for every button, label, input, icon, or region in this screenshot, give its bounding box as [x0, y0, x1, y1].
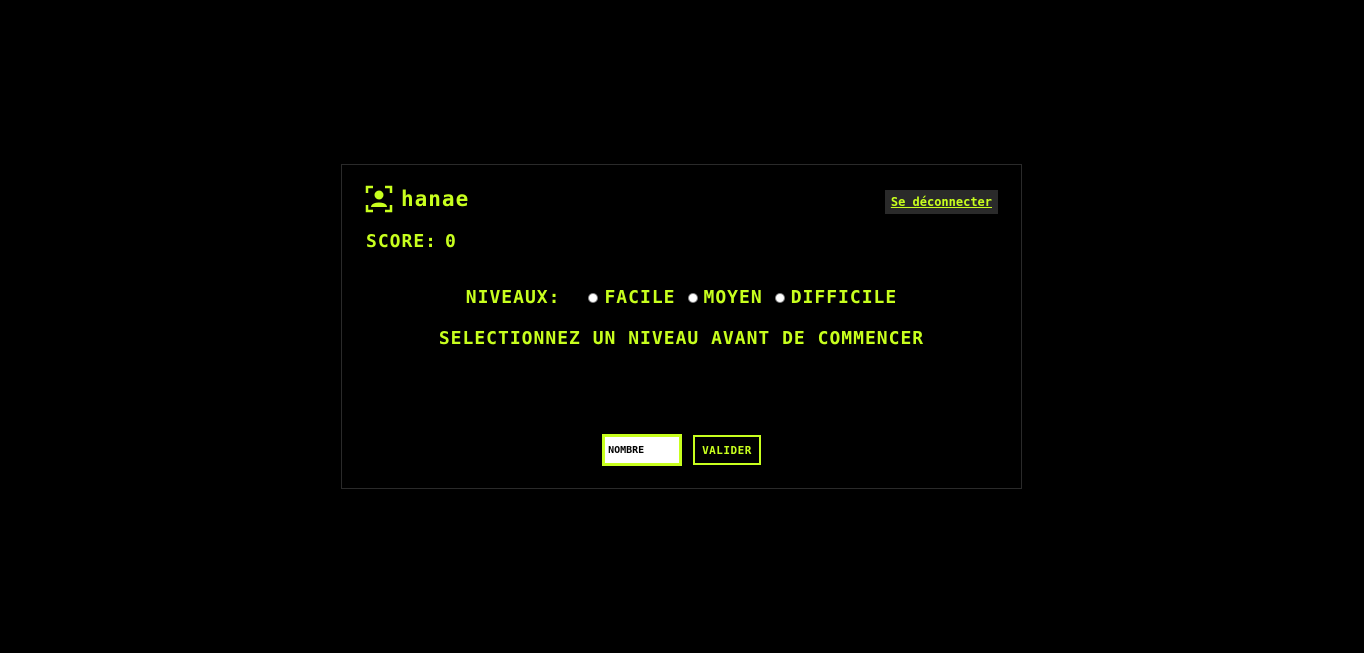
levels-label: NIVEAUX: [465, 287, 561, 308]
level-radio-difficile[interactable] [774, 292, 785, 303]
level-option-facile[interactable]: FACILE [588, 287, 675, 308]
user-info: hanae [365, 185, 469, 213]
level-option-moyen[interactable]: MOYEN [687, 287, 763, 308]
instruction-message: SELECTIONNEZ UN NIVEAU AVANT DE COMMENCE… [438, 328, 925, 349]
level-label-facile: FACILE [604, 287, 676, 308]
guess-controls: VALIDER [342, 434, 1021, 466]
game-card: hanae Se déconnecter SCORE: 0 NIVEAUX: F… [341, 164, 1022, 489]
level-radio-moyen[interactable] [687, 292, 698, 303]
level-selector: NIVEAUX: FACILE MOYEN DIFFICILE [342, 287, 1021, 308]
logout-button[interactable]: Se déconnecter [884, 190, 998, 214]
score-display: SCORE: 0 [366, 231, 457, 252]
username: hanae [401, 187, 470, 211]
user-scan-icon [365, 185, 393, 213]
level-label-difficile: DIFFICILE [790, 287, 898, 308]
level-label-moyen: MOYEN [703, 287, 763, 308]
level-option-difficile[interactable]: DIFFICILE [774, 287, 898, 308]
score-label: SCORE: [366, 231, 438, 252]
level-radio-facile[interactable] [588, 292, 599, 303]
score-value: 0 [445, 231, 457, 252]
number-input[interactable] [602, 434, 683, 466]
submit-button[interactable]: VALIDER [693, 435, 761, 465]
